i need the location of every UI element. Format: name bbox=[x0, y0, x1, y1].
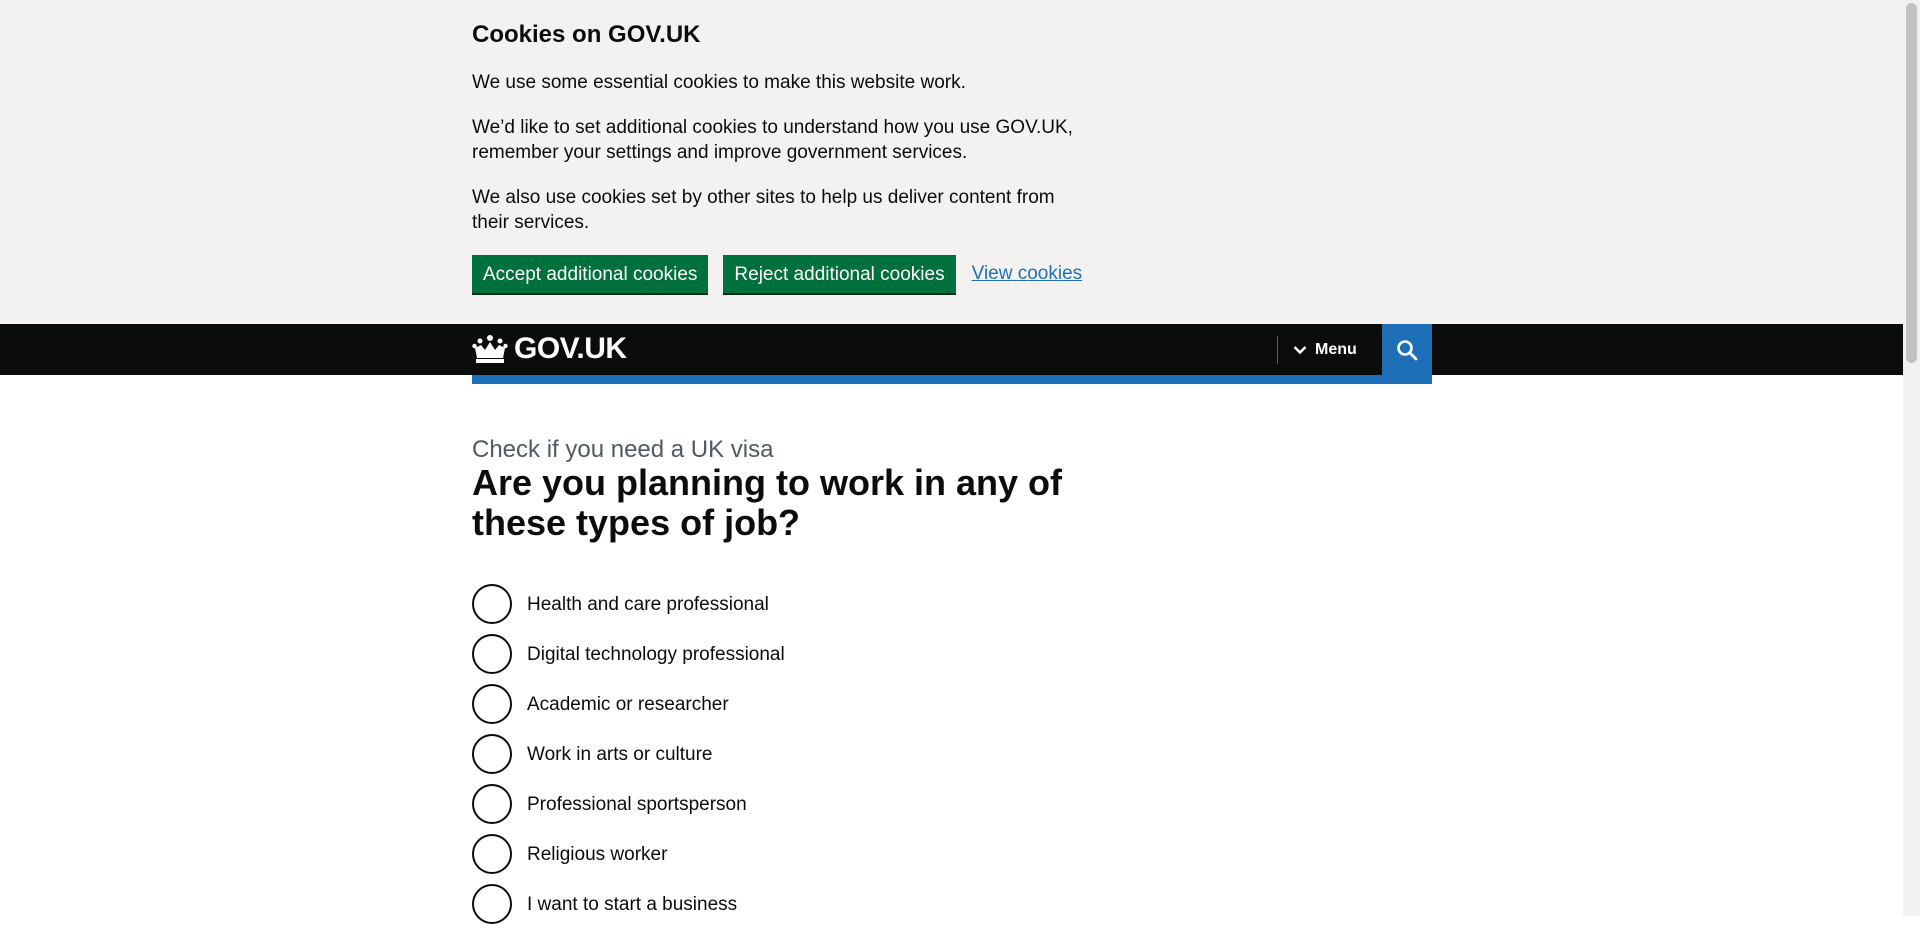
cookie-button-group: Accept additional cookies Reject additio… bbox=[472, 255, 1082, 293]
view-cookies-link[interactable]: View cookies bbox=[972, 263, 1083, 285]
page-scrollbar[interactable] bbox=[1903, 0, 1920, 916]
accept-cookies-button[interactable]: Accept additional cookies bbox=[472, 255, 709, 293]
radio-option[interactable]: Digital technology professional bbox=[472, 629, 785, 679]
radio-option[interactable]: Professional sportsperson bbox=[472, 779, 785, 829]
radio-label[interactable]: Digital technology professional bbox=[527, 642, 785, 667]
radio-label[interactable]: Academic or researcher bbox=[527, 692, 729, 717]
chevron-down-icon bbox=[1293, 345, 1307, 355]
radio-label[interactable]: Religious worker bbox=[527, 842, 667, 867]
menu-button[interactable]: Menu bbox=[1293, 324, 1357, 375]
crown-icon bbox=[472, 334, 508, 364]
logo-text: GOV.UK bbox=[514, 332, 627, 365]
search-icon bbox=[1396, 339, 1418, 361]
header-divider bbox=[1277, 336, 1278, 364]
search-button[interactable] bbox=[1382, 324, 1432, 375]
radio-button[interactable] bbox=[472, 784, 512, 824]
radio-label[interactable]: Work in arts or culture bbox=[527, 742, 712, 767]
radio-label[interactable]: I want to start a business bbox=[527, 892, 737, 917]
radio-button[interactable] bbox=[472, 884, 512, 924]
govuk-logo-link[interactable]: GOV.UK bbox=[472, 333, 627, 365]
menu-label: Menu bbox=[1315, 340, 1357, 358]
cookie-paragraph-additional: We’d like to set additional cookies to u… bbox=[472, 117, 1073, 163]
radio-option[interactable]: Religious worker bbox=[472, 829, 785, 879]
scrollbar-thumb[interactable] bbox=[1906, 3, 1917, 363]
cookie-banner-heading: Cookies on GOV.UK bbox=[472, 21, 701, 48]
radio-button[interactable] bbox=[472, 584, 512, 624]
job-type-radio-group: Health and care professional Digital tec… bbox=[472, 579, 785, 929]
radio-option[interactable]: Academic or researcher bbox=[472, 679, 785, 729]
radio-button[interactable] bbox=[472, 734, 512, 774]
radio-button[interactable] bbox=[472, 834, 512, 874]
radio-option[interactable]: Health and care professional bbox=[472, 579, 785, 629]
reject-cookies-button[interactable]: Reject additional cookies bbox=[723, 255, 956, 293]
site-header: GOV.UK Menu bbox=[0, 324, 1903, 375]
header-blue-bar bbox=[472, 375, 1432, 384]
radio-option[interactable]: I want to start a business bbox=[472, 879, 785, 929]
page-caption: Check if you need a UK visa bbox=[472, 436, 774, 463]
radio-label[interactable]: Professional sportsperson bbox=[527, 792, 747, 817]
cookie-paragraph-essential: We use some essential cookies to make th… bbox=[472, 72, 966, 93]
radio-option[interactable]: Work in arts or culture bbox=[472, 729, 785, 779]
cookie-paragraph-other-sites: We also use cookies set by other sites t… bbox=[472, 187, 1055, 233]
radio-label[interactable]: Health and care professional bbox=[527, 592, 769, 617]
radio-button[interactable] bbox=[472, 634, 512, 674]
radio-button[interactable] bbox=[472, 684, 512, 724]
cookie-banner: Cookies on GOV.UK We use some essential … bbox=[0, 0, 1903, 324]
page-title: Are you planning to work in any of these… bbox=[472, 462, 1063, 543]
